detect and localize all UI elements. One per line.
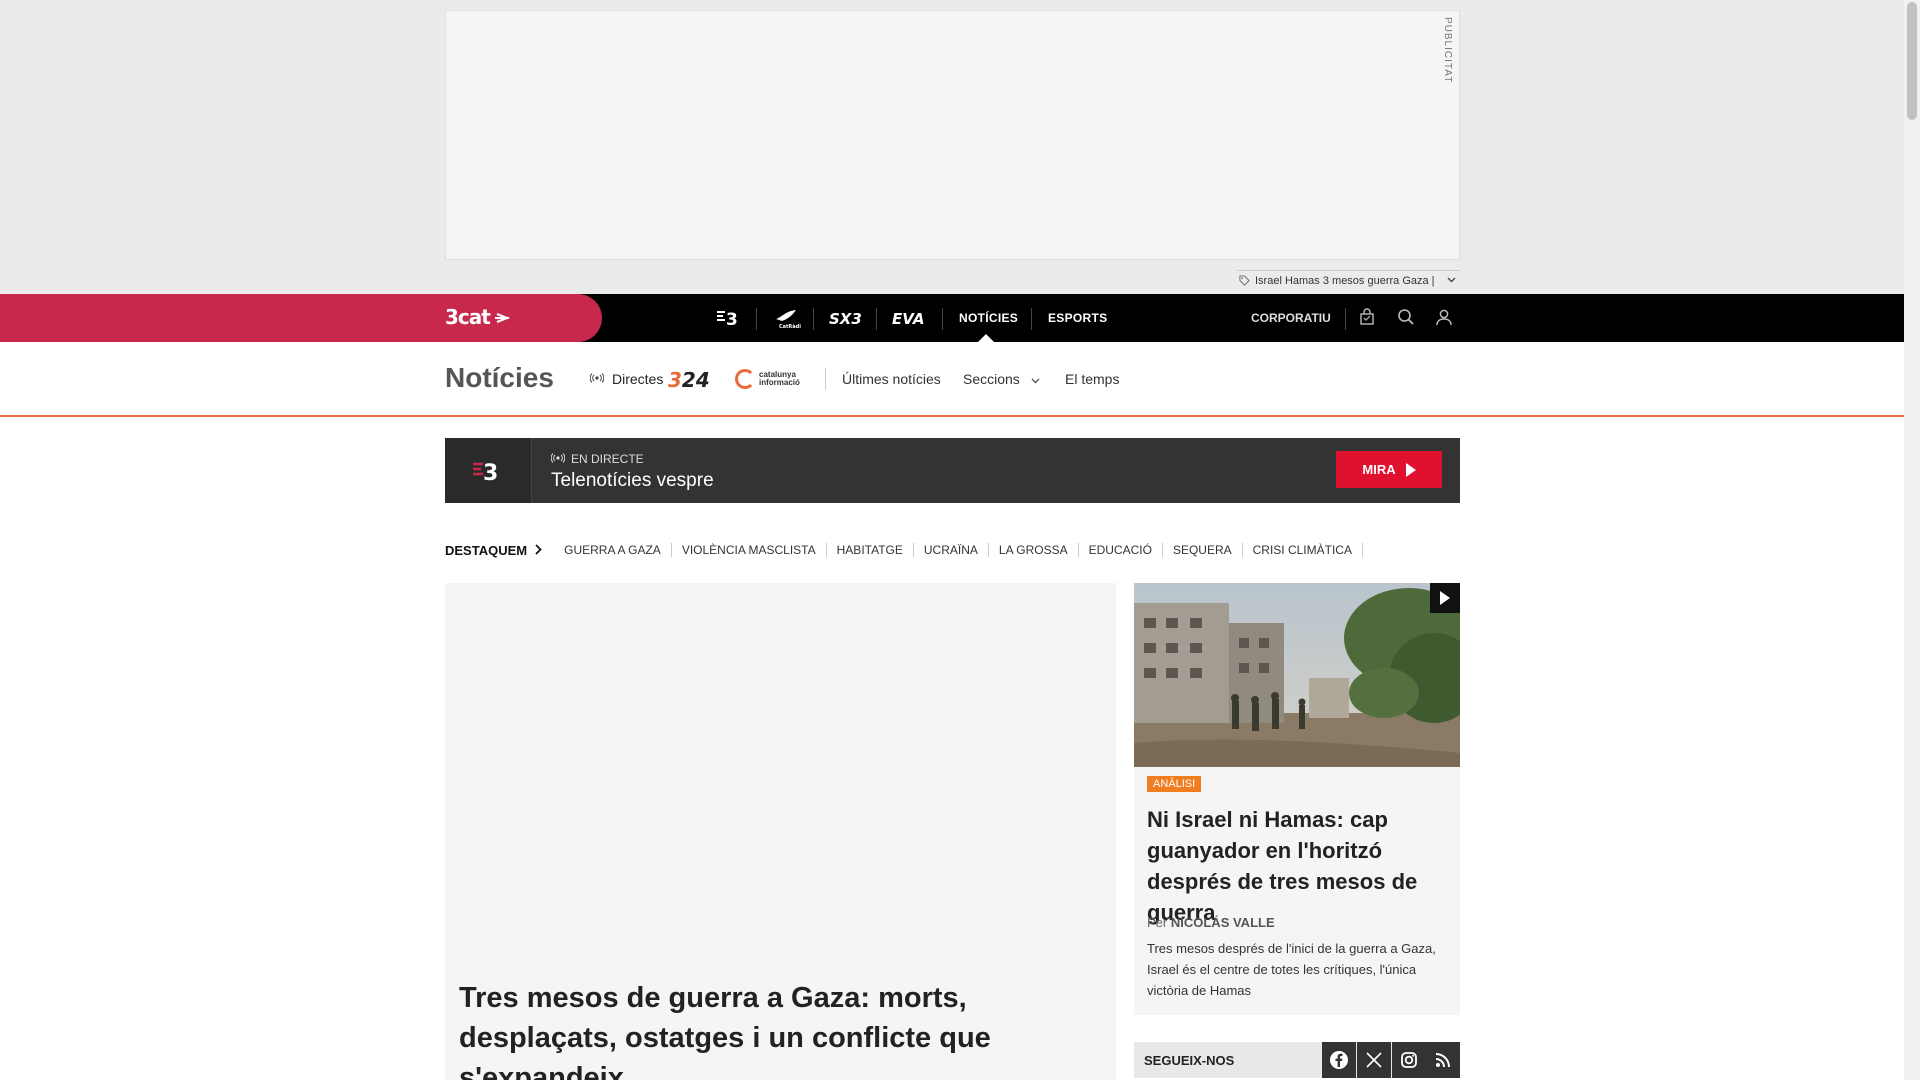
article-byline: Per Nicolás Valle	[1147, 915, 1275, 930]
logo-line-2: informació	[759, 378, 800, 387]
watch-button[interactable]: MIRA	[1336, 451, 1442, 488]
latest-news-link[interactable]: Últimes notícies	[842, 371, 941, 387]
chevron-down-icon	[1028, 376, 1040, 387]
video-badge	[1430, 583, 1460, 613]
catalunya-radio-icon[interactable]: CatRàdio	[768, 294, 806, 342]
channel-divider	[756, 308, 757, 330]
nav-corporatiu[interactable]: CORPORATIU	[1251, 294, 1331, 342]
channel-divider	[813, 308, 814, 330]
tags-bar[interactable]: Israel Hamas 3 mesos guerra Gaza |	[1237, 270, 1460, 290]
section-header: Notícies Directes 332424 catalunya infor…	[0, 342, 1904, 417]
chevron-down-icon[interactable]	[1447, 275, 1456, 286]
topic-educacio[interactable]: EDUCACIÓ	[1079, 543, 1163, 557]
watch-button-label: MIRA	[1362, 462, 1396, 477]
main-article-card[interactable]: Tres mesos de guerra a Gaza: morts, desp…	[445, 963, 1116, 1080]
svg-text:CatRàdio: CatRàdio	[779, 323, 801, 329]
channel-divider	[876, 308, 877, 330]
topic-habitatge[interactable]: HABITATGE	[827, 543, 914, 557]
play-icon	[1440, 591, 1450, 605]
follow-us-bar: SEGUEIX-NOS	[1134, 1042, 1460, 1078]
324-logo-24: 24	[681, 368, 710, 392]
sx3-channel-icon[interactable]: SX3	[826, 294, 866, 342]
tag-icon	[1239, 274, 1251, 287]
follow-us-label: SEGUEIX-NOS	[1144, 1053, 1235, 1068]
ad-slot[interactable]: PUBLICITAT	[445, 10, 1460, 260]
top-navigation: 3cat 3 CatRàdio SX3 EVA NOTÍCIES ESPORTS…	[0, 294, 1904, 342]
search-icon[interactable]	[1397, 308, 1417, 328]
live-banner[interactable]: 3 EN DIRECTE Telenotícies vespre MIRA	[445, 438, 1460, 503]
author-link[interactable]: Nicolás Valle	[1171, 915, 1275, 930]
catalunya-informacio-text: catalunya informació	[759, 371, 800, 387]
svg-text:3cat: 3cat	[445, 306, 491, 328]
topic-la-grossa[interactable]: LA GROSSA	[989, 543, 1079, 557]
324-logo-3: 3	[668, 368, 682, 392]
advertisement-area: PUBLICITAT Israel Hamas 3 mesos guerra G…	[0, 0, 1904, 294]
svg-text:3: 3	[726, 310, 738, 328]
topic-ucraina[interactable]: UCRAÏNA	[914, 543, 989, 557]
ad-label: PUBLICITAT	[1442, 17, 1453, 84]
324-logo[interactable]: 332424	[668, 368, 710, 392]
instagram-icon[interactable]	[1392, 1042, 1426, 1078]
x-icon[interactable]	[1357, 1042, 1391, 1078]
nav-divider	[1031, 308, 1032, 330]
section-divider	[825, 368, 826, 390]
tv3-live-logo: 3	[445, 438, 532, 503]
svg-text:3: 3	[483, 461, 498, 484]
chevron-right-icon	[535, 542, 542, 558]
user-icon[interactable]	[1435, 308, 1455, 328]
scrollbar-thumb[interactable]	[1907, 2, 1917, 120]
catalunya-informacio-icon	[735, 369, 755, 389]
topic-crisi-climatica[interactable]: CRISI CLIMÀTICA	[1243, 543, 1363, 557]
featured-label[interactable]: DESTAQUEM	[445, 543, 527, 558]
directes-link[interactable]: Directes	[589, 371, 664, 387]
topic-sequera[interactable]: SEQUERA	[1163, 543, 1243, 557]
svg-text:EVA: EVA	[892, 310, 924, 327]
brand-area: 3cat	[0, 294, 602, 342]
side-article-image[interactable]	[1134, 583, 1460, 767]
page-title[interactable]: Notícies	[445, 362, 554, 394]
tags-text: Israel Hamas 3 mesos guerra Gaza |	[1255, 274, 1435, 287]
rss-icon[interactable]	[1426, 1042, 1460, 1078]
page-scrollbar[interactable]	[1904, 0, 1920, 1080]
eva-channel-icon[interactable]: EVA	[889, 294, 931, 342]
directes-label: Directes	[612, 371, 664, 387]
catalunya-informacio-logo[interactable]: catalunya informació	[735, 369, 800, 389]
play-icon	[1405, 462, 1416, 477]
byline-prefix: Per	[1147, 915, 1168, 930]
3cat-logo[interactable]: 3cat	[445, 305, 515, 334]
side-article-summary: Tres mesos després de l'inici de la guer…	[1147, 941, 1436, 998]
active-nav-indicator	[978, 334, 994, 342]
sections-dropdown[interactable]: Seccions	[963, 371, 1040, 387]
main-article-media[interactable]	[445, 583, 1116, 963]
nav-divider	[1345, 308, 1346, 330]
sections-label: Seccions	[963, 371, 1020, 387]
live-broadcast-icon	[550, 452, 566, 466]
topic-violencia-masclista[interactable]: VIOLÈNCIA MASCLISTA	[672, 543, 827, 557]
featured-topics: DESTAQUEM GUERRA A GAZA VIOLÈNCIA MASCLI…	[445, 540, 1363, 560]
side-article-card[interactable]: ANÀLISI Ni Israel ni Hamas: cap guanyado…	[1134, 583, 1460, 1015]
topic-guerra-gaza[interactable]: GUERRA A GAZA	[554, 543, 672, 557]
facebook-icon[interactable]	[1322, 1042, 1356, 1078]
article-category-tag: ANÀLISI	[1147, 776, 1202, 792]
live-broadcast-icon	[589, 372, 605, 386]
shopping-bag-icon[interactable]	[1358, 308, 1378, 328]
main-article-headline[interactable]: Tres mesos de guerra a Gaza: morts, desp…	[459, 978, 1019, 1080]
nav-esports[interactable]: ESPORTS	[1048, 294, 1107, 342]
live-label: EN DIRECTE	[550, 452, 644, 466]
live-label-text: EN DIRECTE	[571, 452, 644, 466]
channel-divider	[942, 308, 943, 330]
live-program-title: Telenotícies vespre	[551, 470, 714, 491]
tv3-channel-icon[interactable]: 3	[710, 294, 746, 342]
svg-text:SX3: SX3	[829, 310, 862, 327]
weather-link[interactable]: El temps	[1065, 371, 1119, 387]
side-article-headline[interactable]: Ni Israel ni Hamas: cap guanyador en l'h…	[1147, 804, 1447, 928]
